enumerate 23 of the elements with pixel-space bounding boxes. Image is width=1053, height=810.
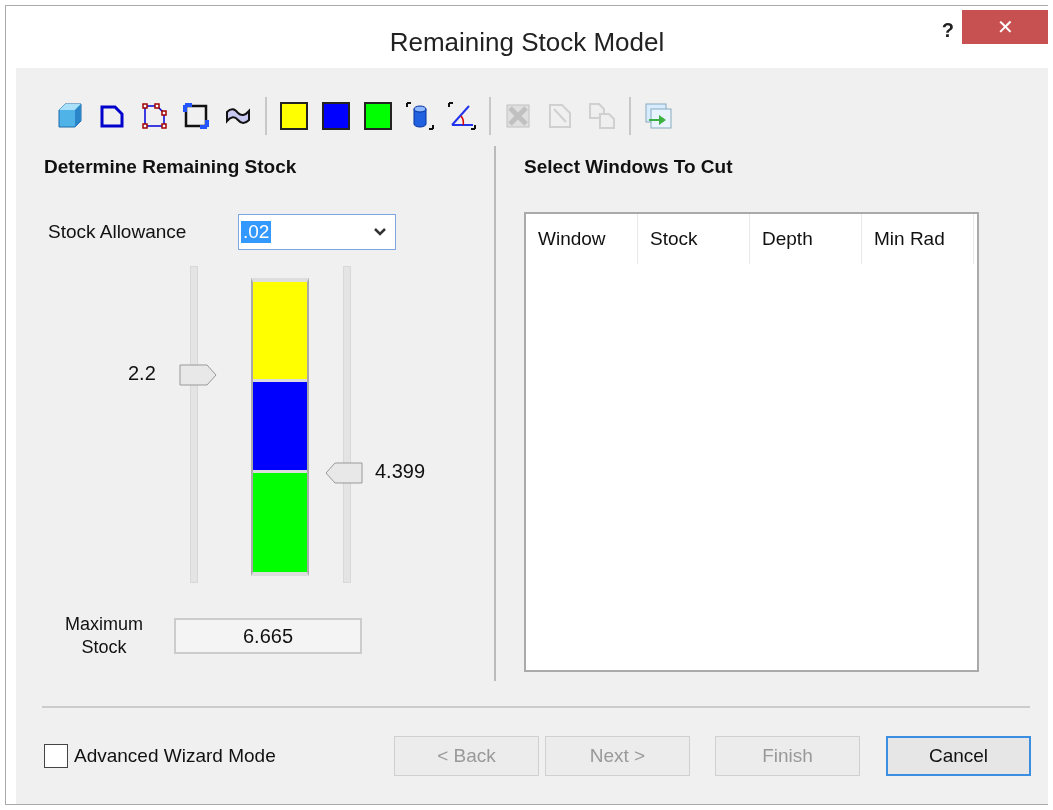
slider-track[interactable] xyxy=(343,266,351,583)
column-header[interactable]: Window xyxy=(526,214,638,264)
column-header[interactable]: Min Rad xyxy=(862,214,974,264)
checkbox[interactable] xyxy=(44,744,68,768)
slider-thumb[interactable] xyxy=(325,462,363,484)
column-header[interactable]: Stock xyxy=(638,214,750,264)
column-header[interactable]: Depth xyxy=(750,214,862,264)
slider-reading: 2.2 xyxy=(128,362,156,385)
section-heading: Determine Remaining Stock xyxy=(44,156,298,178)
slider-track[interactable] xyxy=(190,266,198,583)
stock-allowance-label: Stock Allowance xyxy=(47,221,188,243)
maximum-stock-field: 6.665 xyxy=(174,618,362,655)
windows-table[interactable]: Window Stock Depth Min Rad xyxy=(524,212,979,672)
maximum-stock-label: Maximum Stock xyxy=(64,613,144,660)
window-title: Remaining Stock Model xyxy=(389,26,665,58)
close-button[interactable]: ✕ xyxy=(962,10,1048,44)
slider-reading: 4.399 xyxy=(375,460,426,483)
section-heading: Select Windows To Cut xyxy=(524,156,734,178)
checkbox-label: Advanced Wizard Mode xyxy=(74,745,276,767)
chevron-icon xyxy=(373,227,387,237)
wizard-button[interactable]: Cancel xyxy=(886,736,1031,776)
help-button[interactable]: ? xyxy=(935,18,960,43)
slider-thumb[interactable] xyxy=(179,364,217,386)
